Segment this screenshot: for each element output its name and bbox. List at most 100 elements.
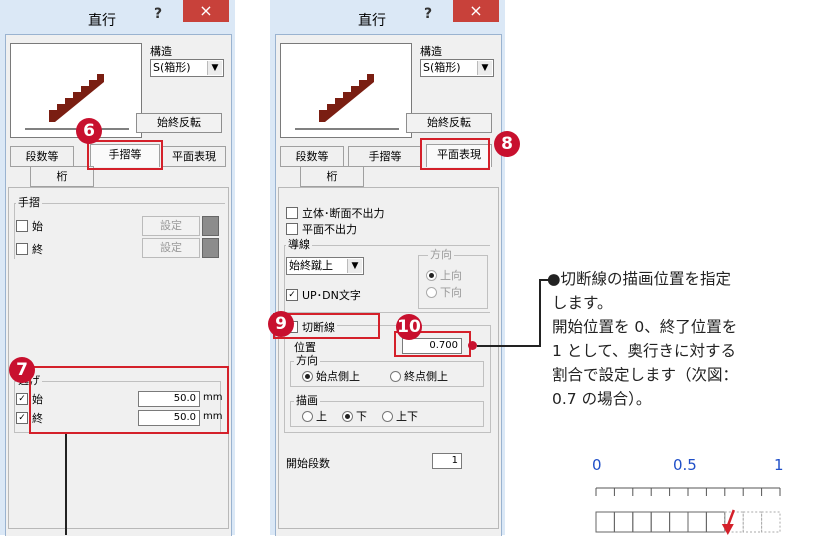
left-handrail-start-setting[interactable]: 設定	[142, 216, 200, 236]
left-handrail-start-label: 始	[32, 220, 43, 233]
right-start-steps-label: 開始段数	[286, 457, 330, 470]
right-end-side-radio[interactable]: 終点側上	[390, 368, 448, 384]
right-start-steps-value[interactable]: 1	[432, 453, 462, 469]
scale-label-half: 0.5	[673, 456, 697, 474]
radio-selected	[302, 370, 313, 382]
left-handrail-end-label: 終	[32, 243, 43, 256]
stair-step-box	[613, 511, 634, 533]
stair-step-box	[742, 511, 763, 533]
left-struct-label: 構造	[150, 45, 172, 58]
right-position-label: 位置	[294, 341, 316, 354]
handrail-tab-highlight	[87, 140, 163, 170]
stair-icon	[295, 74, 399, 130]
left-title-bar: 直行 ? ×	[0, 0, 235, 34]
checkbox-box	[286, 207, 298, 219]
left-stair-preview	[10, 43, 142, 138]
right-reverse-button[interactable]: 始終反転	[406, 113, 492, 133]
right-dialog-body: 構造 S(箱形) ▼ 始終反転 段数等 手摺等 平面表現 桁 立体･断面不出力 …	[275, 34, 502, 536]
explanation-note: ●切断線の描画位置を指定 します。 開始位置を 0、終了位置を 1 として、奥行…	[547, 267, 813, 411]
right-struct-select[interactable]: S(箱形) ▼	[420, 59, 494, 77]
note-line-4: 1 として、奥行きに対する	[552, 342, 737, 360]
left-struct-select[interactable]: S(箱形) ▼	[150, 59, 224, 77]
left-handrail-start-swatch[interactable]	[202, 216, 219, 236]
right-updn-checkbox[interactable]: ✓ UP･DN文字	[286, 287, 361, 303]
radio-unselected	[426, 286, 437, 298]
stair-step-box	[761, 511, 781, 533]
stair-step-box	[595, 511, 615, 533]
escape-callout-line	[65, 434, 67, 535]
right-draw-up-radio[interactable]: 上	[302, 408, 327, 424]
stair-step-box	[650, 511, 671, 533]
right-direction-group-label: 方向	[428, 248, 454, 261]
note-line-2: します。	[552, 294, 613, 312]
right-draw-updown-radio[interactable]: 上下	[382, 408, 418, 424]
check-icon: ✓	[16, 393, 28, 405]
right-updn-label: UP･DN文字	[302, 289, 361, 302]
right-dir-up-radio[interactable]: 上向	[426, 267, 462, 283]
radio-unselected	[382, 410, 393, 422]
right-end-side-label: 終点側上	[404, 370, 448, 383]
marker-8: 8	[494, 131, 520, 157]
chevron-down-icon: ▼	[207, 61, 222, 75]
right-guide-select[interactable]: 始終蹴上 ▼	[286, 257, 364, 275]
radio-selected	[342, 410, 353, 422]
right-guide-group-label: 導線	[286, 238, 312, 251]
radio-selected	[426, 269, 437, 281]
note-line-6: 0.7 の場合）。	[552, 390, 652, 408]
cut-position-diagram	[595, 487, 781, 535]
right-start-side-label: 始点側上	[316, 370, 360, 383]
callout-dot	[468, 341, 477, 350]
right-struct-value: S(箱形)	[423, 61, 461, 74]
checkbox-box	[286, 223, 298, 235]
right-no-3d-label: 立体･断面不出力	[302, 207, 385, 220]
check-icon: ✓	[16, 412, 28, 424]
check-icon: ✓	[286, 289, 298, 301]
right-draw-up-label: 上	[316, 410, 327, 423]
left-handrail-end-checkbox[interactable]: 終	[16, 241, 43, 257]
left-struct-value: S(箱形)	[153, 61, 191, 74]
left-close-button[interactable]: ×	[183, 0, 229, 22]
scale-label-0: 0	[592, 456, 602, 474]
left-tab-plan[interactable]: 平面表現	[162, 146, 226, 167]
checkbox-box	[16, 220, 28, 232]
right-no-3d-checkbox[interactable]: 立体･断面不出力	[286, 205, 385, 221]
left-window-title: 直行	[88, 13, 116, 29]
right-tab-girder[interactable]: 桁	[300, 166, 364, 187]
left-tab-steps[interactable]: 段数等	[10, 146, 74, 167]
stair-step-box	[705, 511, 726, 533]
note-line-1: ●切断線の描画位置を指定	[547, 270, 732, 288]
right-no-plan-label: 平面不出力	[302, 223, 357, 236]
right-start-side-radio[interactable]: 始点側上	[302, 368, 360, 384]
left-handrail-end-swatch[interactable]	[202, 238, 219, 258]
scale-label-1: 1	[774, 456, 784, 474]
note-line-3: 開始位置を 0、終了位置を	[552, 318, 738, 336]
right-cut-direction-label: 方向	[294, 354, 320, 367]
note-line-5: 割合で設定します（次図：	[552, 366, 739, 384]
right-tab-steps[interactable]: 段数等	[280, 146, 344, 167]
left-handrail-end-setting[interactable]: 設定	[142, 238, 200, 258]
escape-group-highlight	[29, 366, 229, 434]
right-help-button[interactable]: ?	[415, 4, 441, 24]
left-help-button[interactable]: ?	[145, 4, 171, 24]
right-tab-handrail[interactable]: 手摺等	[348, 146, 422, 167]
chevron-down-icon: ▼	[477, 61, 492, 75]
marker-6: 6	[76, 118, 102, 144]
right-draw-down-radio[interactable]: 下	[342, 408, 367, 424]
right-draw-updown-label: 上下	[396, 410, 418, 423]
callout-line-h1	[477, 345, 540, 347]
right-title-bar: 直行 ? ×	[270, 0, 505, 34]
right-struct-label: 構造	[420, 45, 442, 58]
right-draw-group-label: 描画	[294, 394, 320, 407]
left-handrail-start-checkbox[interactable]: 始	[16, 218, 43, 234]
right-dialog: 直行 ? × 構造 S(箱形) ▼ 始終反転 段数等 手摺等 平面表現 桁 立体…	[270, 0, 505, 536]
right-dir-down-label: 下向	[440, 286, 462, 299]
left-reverse-button[interactable]: 始終反転	[136, 113, 222, 133]
right-close-button[interactable]: ×	[453, 0, 499, 22]
right-window-title: 直行	[358, 13, 386, 29]
stair-step-box	[687, 511, 707, 533]
stair-step-box	[632, 511, 652, 533]
radio-unselected	[302, 410, 313, 422]
right-no-plan-checkbox[interactable]: 平面不出力	[286, 221, 357, 237]
right-dir-down-radio[interactable]: 下向	[426, 284, 462, 300]
left-tab-girder[interactable]: 桁	[30, 166, 94, 187]
